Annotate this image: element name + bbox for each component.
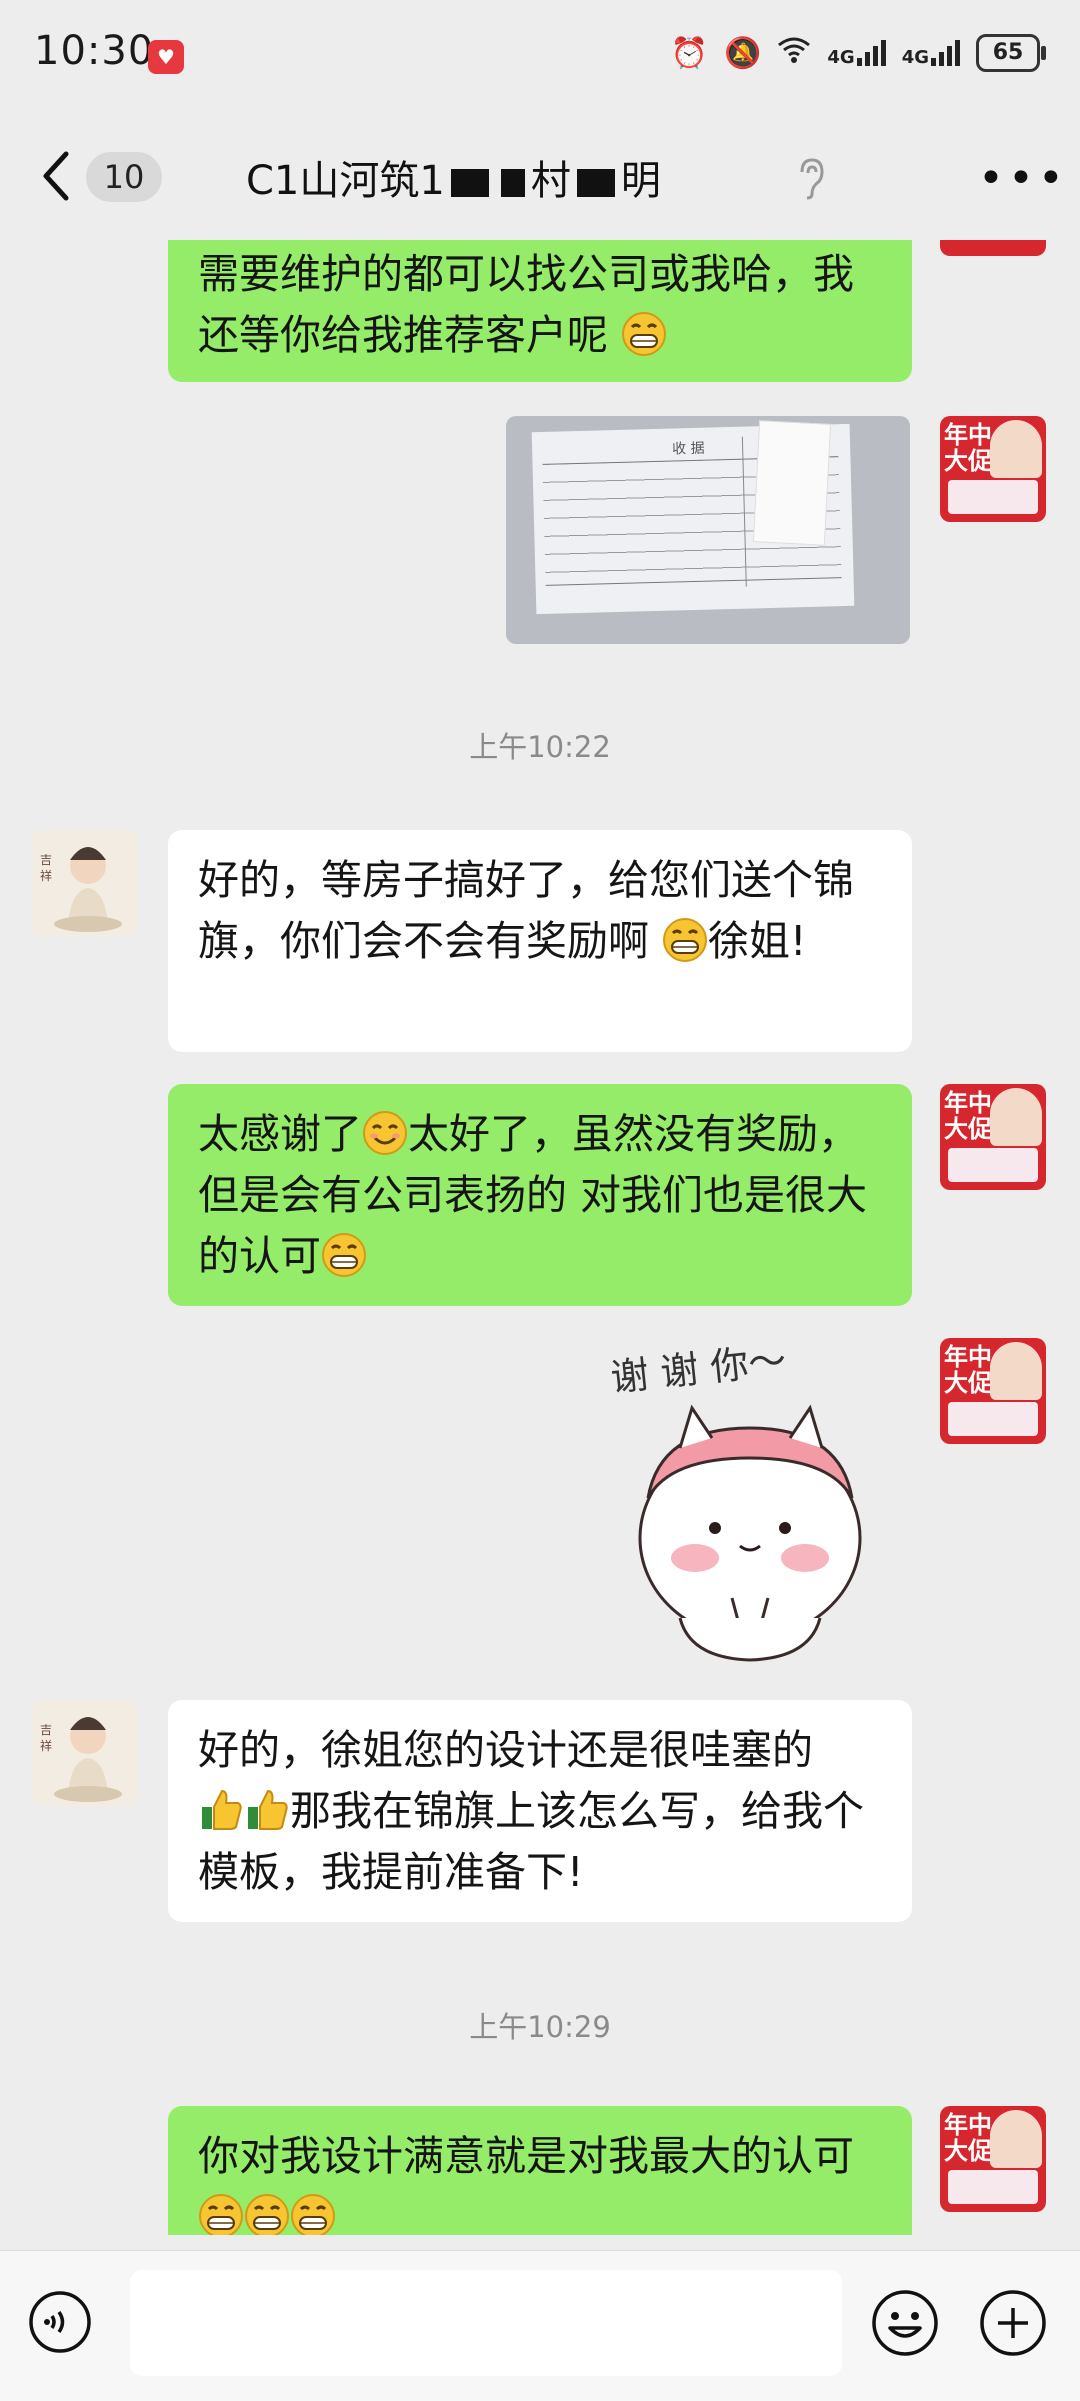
message-bubble-out[interactable]: 太感谢了 太好了，虽然没有奖励，但是会有公司表扬的 对我们也是很大的认可 [168, 1084, 912, 1306]
redaction-block [450, 169, 489, 197]
avatar-book [948, 2170, 1038, 2204]
avatar-photo [990, 1342, 1042, 1400]
receipt-title: 收 据 [671, 440, 705, 458]
self-avatar[interactable] [940, 240, 1046, 256]
message-input[interactable] [130, 2270, 842, 2376]
svg-text:祥: 祥 [40, 869, 52, 883]
message-text-tail: 徐姐! [708, 917, 807, 965]
avatar-book [948, 480, 1038, 514]
chat-title[interactable]: C1山河筑1 村 明 [246, 148, 661, 206]
avatar-photo [990, 1088, 1042, 1146]
signal-icon: 4G [827, 40, 886, 68]
message-bubble-in[interactable]: 好的，等房子搞好了，给您们送个锦旗，你们会不会有奖励啊 徐姐! [168, 830, 912, 1052]
meditation-avatar-icon: 吉祥 [40, 847, 122, 932]
grin-emoji-icon [245, 2194, 289, 2235]
wifi-icon [777, 35, 811, 71]
ear-icon [800, 158, 824, 200]
avatar-text-1: 年中 [944, 2111, 992, 2139]
self-avatar[interactable]: 年中 大促 [940, 2106, 1046, 2212]
network-label-2: 4G [901, 47, 929, 68]
thumbs-up-icon [202, 1789, 242, 1830]
message-text-2: 那我在锦旗上该怎么写，给我个模板，我提前准备下! [198, 1787, 864, 1896]
app-notification-icon: ♥ [148, 40, 184, 74]
self-avatar[interactable]: 年中 大促 [940, 1338, 1046, 1444]
message-bubble-out[interactable]: 你对我设计满意就是对我最大的认可 [168, 2106, 912, 2235]
svg-text:吉: 吉 [40, 853, 52, 867]
status-icons: ⏰ 🔕 4G 4G 65 [670, 34, 1046, 72]
contact-avatar[interactable]: 吉祥 [32, 1700, 138, 1806]
voice-input-icon[interactable] [28, 2290, 92, 2354]
bunny-sticker-icon [638, 1404, 862, 1662]
svg-text:吉: 吉 [40, 1723, 52, 1737]
avatar-text-1: 年中 [944, 1343, 992, 1371]
emoji-picker-icon[interactable] [870, 2288, 940, 2358]
status-time: 10:30 [34, 28, 155, 74]
message-text: 需要维护的都可以找公司或我哈，我还等你给我推荐客户呢 [198, 250, 854, 359]
battery-icon: 65 [976, 34, 1046, 72]
thumbs-up-icon [248, 1789, 288, 1830]
message-text: 太感谢了 [198, 1110, 362, 1158]
receipt-slip [752, 420, 832, 546]
meditation-avatar-icon: 吉祥 [40, 1717, 122, 1802]
thank-you-sticker[interactable]: 谢 谢 你～ [600, 1338, 890, 1668]
avatar-photo [990, 420, 1042, 478]
alarm-icon: ⏰ [670, 35, 709, 71]
receipt-image[interactable]: 收 据 [506, 416, 910, 644]
timestamp: 上午10:29 [469, 2010, 611, 2044]
avatar-text-1: 年中 [944, 421, 992, 449]
smile-emoji-icon [363, 1111, 407, 1155]
unread-count-badge[interactable]: 10 [86, 152, 162, 202]
message-bubble-out[interactable]: 需要维护的都可以找公司或我哈，我还等你给我推荐客户呢 [168, 240, 912, 382]
avatar-text-2: 大促 [944, 2137, 992, 2165]
signal-icon-2: 4G [901, 40, 960, 68]
mute-icon: 🔕 [724, 35, 762, 71]
grin-emoji-icon [622, 312, 667, 356]
self-avatar[interactable]: 年中 大促 [940, 416, 1046, 522]
message-text: 你对我设计满意就是对我最大的认可 [198, 2132, 854, 2180]
message-bubble-in[interactable]: 好的，徐姐您的设计还是很哇塞的 那我在锦旗上该怎么写，给我个模板，我提前准备下! [168, 1700, 912, 1922]
timestamp: 上午10:22 [469, 730, 611, 764]
more-icon[interactable]: ••• [978, 157, 1068, 201]
title-text-2: 村 [530, 158, 571, 204]
grin-emoji-icon [663, 918, 708, 962]
contact-avatar[interactable]: 吉祥 [32, 830, 138, 936]
grin-emoji-icon [199, 2194, 243, 2235]
chat-area[interactable]: 需要维护的都可以找公司或我哈，我还等你给我推荐客户呢 收 据 年中 大促 上午1… [0, 240, 1080, 2235]
avatar-text-2: 大促 [944, 1115, 992, 1143]
title-text-1: C1山河筑1 [246, 158, 445, 204]
message-text: 好的，徐姐您的设计还是很哇塞的 [198, 1726, 813, 1774]
back-icon[interactable] [38, 150, 74, 202]
redaction-block [576, 169, 615, 197]
grin-emoji-icon [322, 1233, 366, 1277]
title-text-3: 明 [620, 158, 661, 204]
avatar-book [948, 1402, 1038, 1436]
svg-text:祥: 祥 [40, 1739, 52, 1753]
self-avatar[interactable]: 年中 大促 [940, 1084, 1046, 1190]
avatar-text-1: 年中 [944, 1089, 992, 1117]
more-actions-plus-icon[interactable] [978, 2288, 1048, 2358]
grin-emoji-icon [291, 2194, 335, 2235]
redaction-block [500, 169, 525, 197]
avatar-photo [990, 2110, 1042, 2168]
network-label: 4G [827, 47, 855, 68]
avatar-book [948, 1148, 1038, 1182]
avatar-text-2: 大促 [944, 447, 992, 475]
avatar-text-2: 大促 [944, 1369, 992, 1397]
